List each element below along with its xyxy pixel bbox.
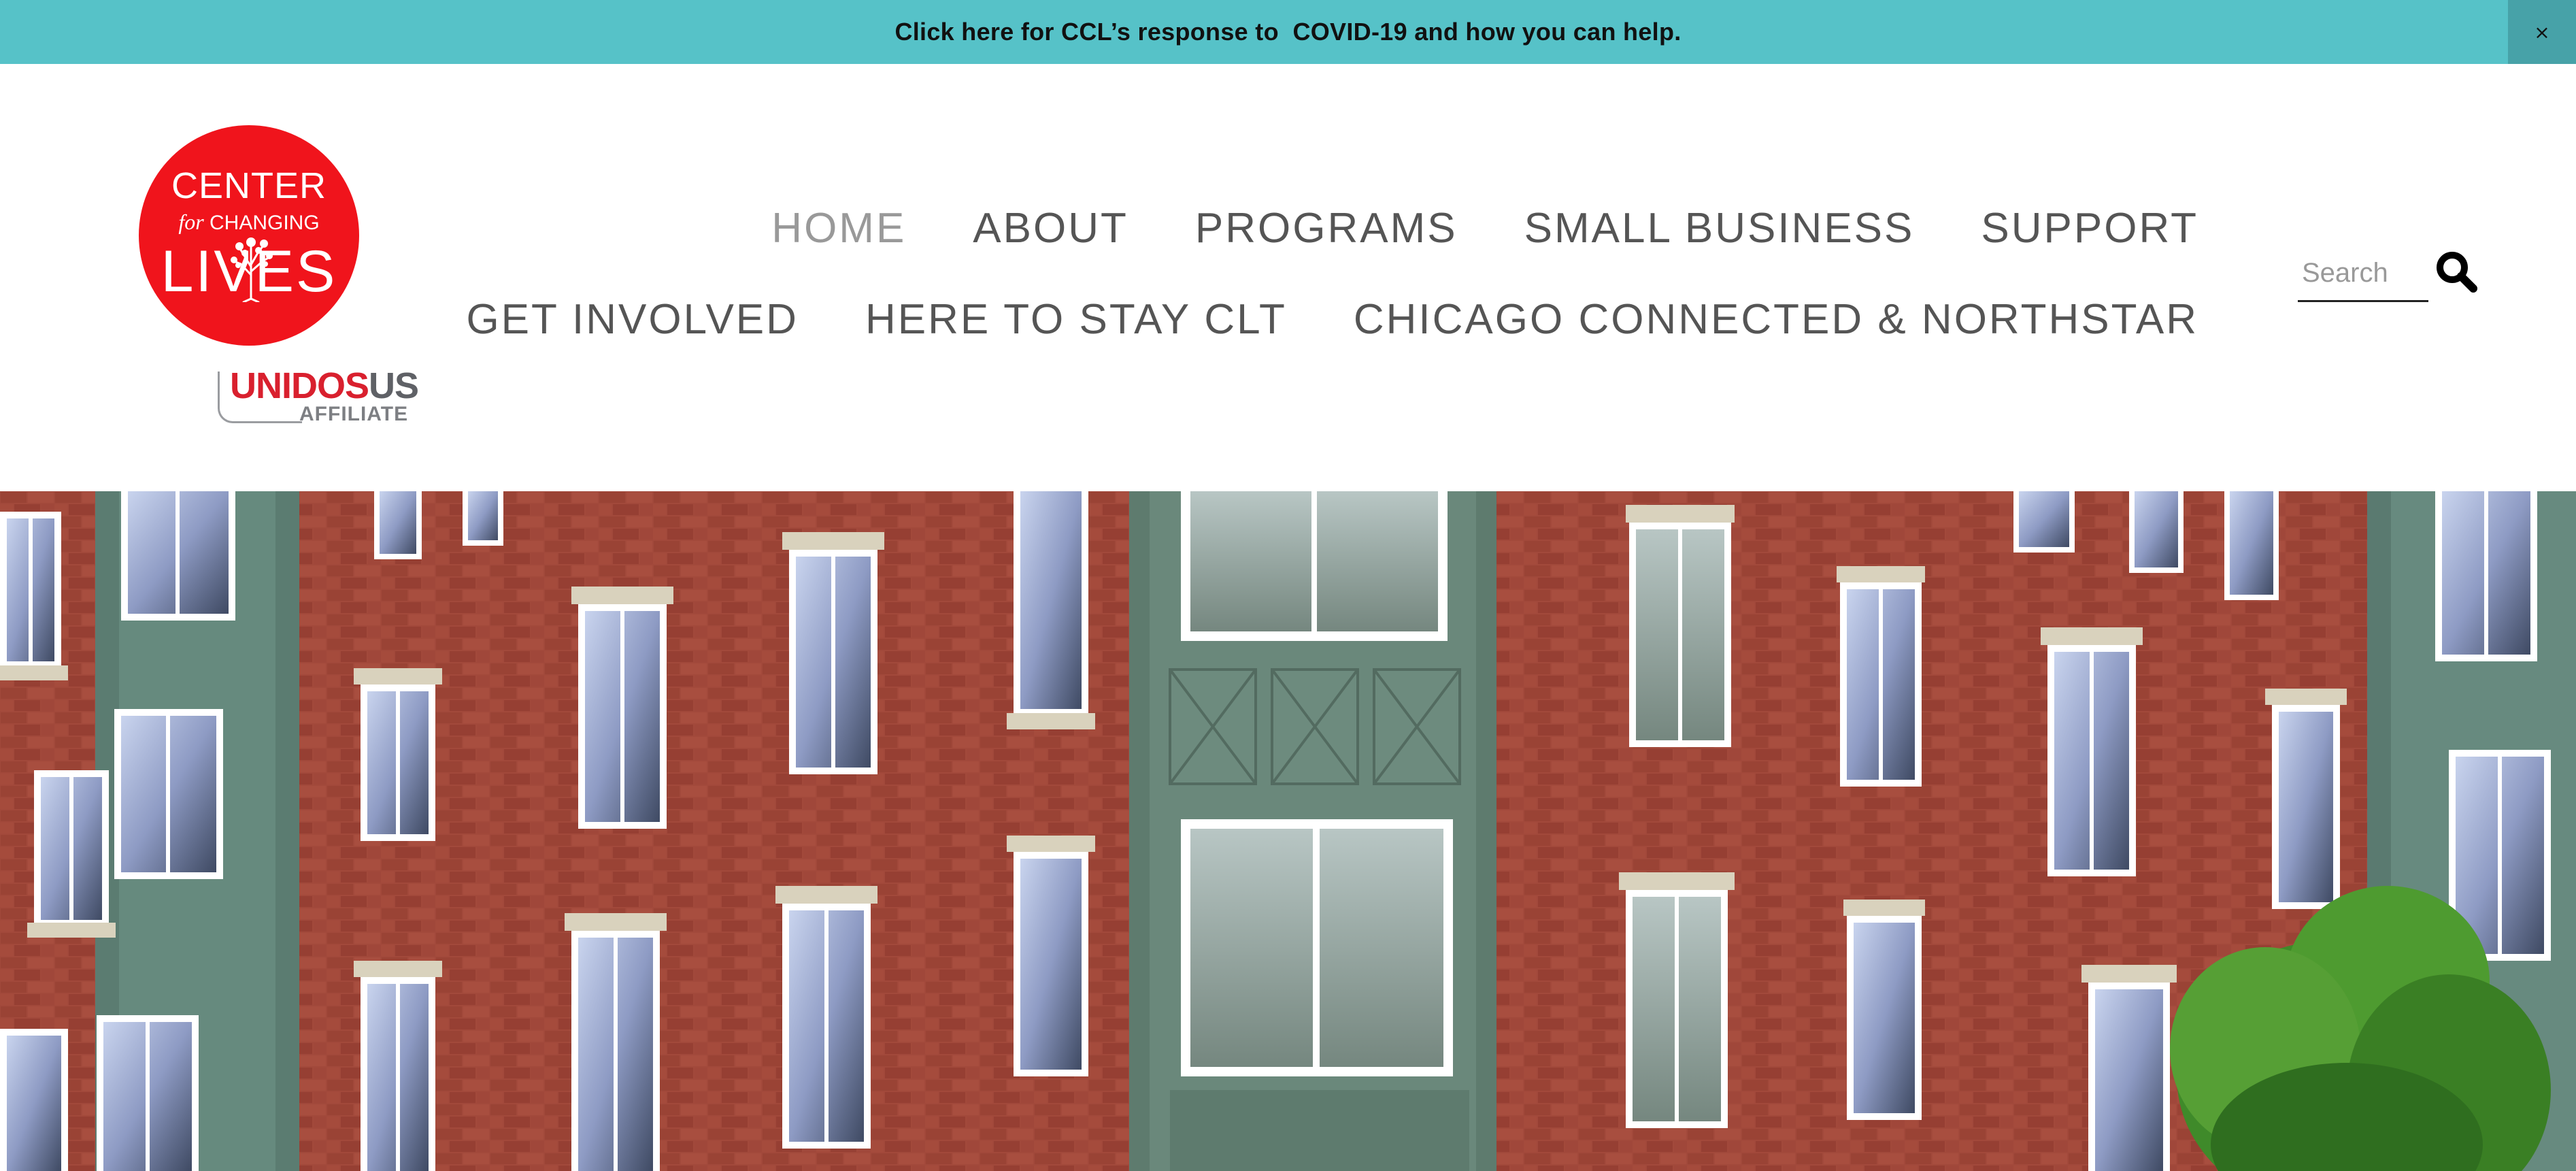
unidosus-wordmark: UNIDOSUS (230, 365, 419, 406)
logo-circle: CENTER for CHANGING LIVES (139, 125, 359, 346)
nav-chicago-connected-northstar[interactable]: CHICAGO CONNECTED & NORTHSTAR (1354, 295, 2198, 344)
building-illustration (0, 491, 2576, 1171)
nav-about[interactable]: ABOUT (973, 204, 1128, 253)
logo-line-center: CENTER (171, 165, 327, 206)
nav-home[interactable]: HOME (771, 204, 906, 253)
logo-for: for (178, 210, 204, 234)
affiliate-label: AFFILIATE (299, 403, 409, 425)
site-logo[interactable]: CENTER for CHANGING LIVES UNIDOSUS (136, 125, 422, 438)
tree-icon (231, 237, 273, 302)
logo-line-changing: for CHANGING (139, 211, 359, 233)
nav-support[interactable]: SUPPORT (1981, 204, 2198, 253)
nav-get-involved[interactable]: GET INVOLVED (466, 295, 799, 344)
close-announcement-button[interactable]: × (2508, 0, 2576, 64)
unidos-part2: OS (317, 365, 369, 406)
main-nav-row-2: GET INVOLVED HERE TO STAY CLT CHICAGO CO… (466, 295, 2198, 344)
covid-announcement-link[interactable]: Click here for CCL’s response to COVID-1… (894, 18, 1681, 46)
search-icon[interactable] (2434, 249, 2479, 294)
logo-changing: CHANGING (203, 212, 320, 234)
announcement-bar: Click here for CCL’s response to COVID-1… (0, 0, 2576, 64)
nav-small-business[interactable]: SMALL BUSINESS (1524, 204, 1915, 253)
main-nav-row-1: HOME ABOUT PROGRAMS SMALL BUSINESS SUPPO… (771, 204, 2198, 253)
unidos-part3: US (369, 365, 419, 406)
nav-programs[interactable]: PROGRAMS (1195, 204, 1458, 253)
hero-image (0, 491, 2576, 1171)
search-input[interactable] (2298, 246, 2428, 302)
unidos-part1: UNID (230, 365, 318, 406)
nav-here-to-stay-clt[interactable]: HERE TO STAY CLT (865, 295, 1287, 344)
unidosus-affiliate-logo: UNIDOSUS AFFILIATE (215, 367, 419, 435)
search-form (2298, 246, 2478, 302)
site-header: CENTER for CHANGING LIVES UNIDOSUS (0, 64, 2576, 491)
